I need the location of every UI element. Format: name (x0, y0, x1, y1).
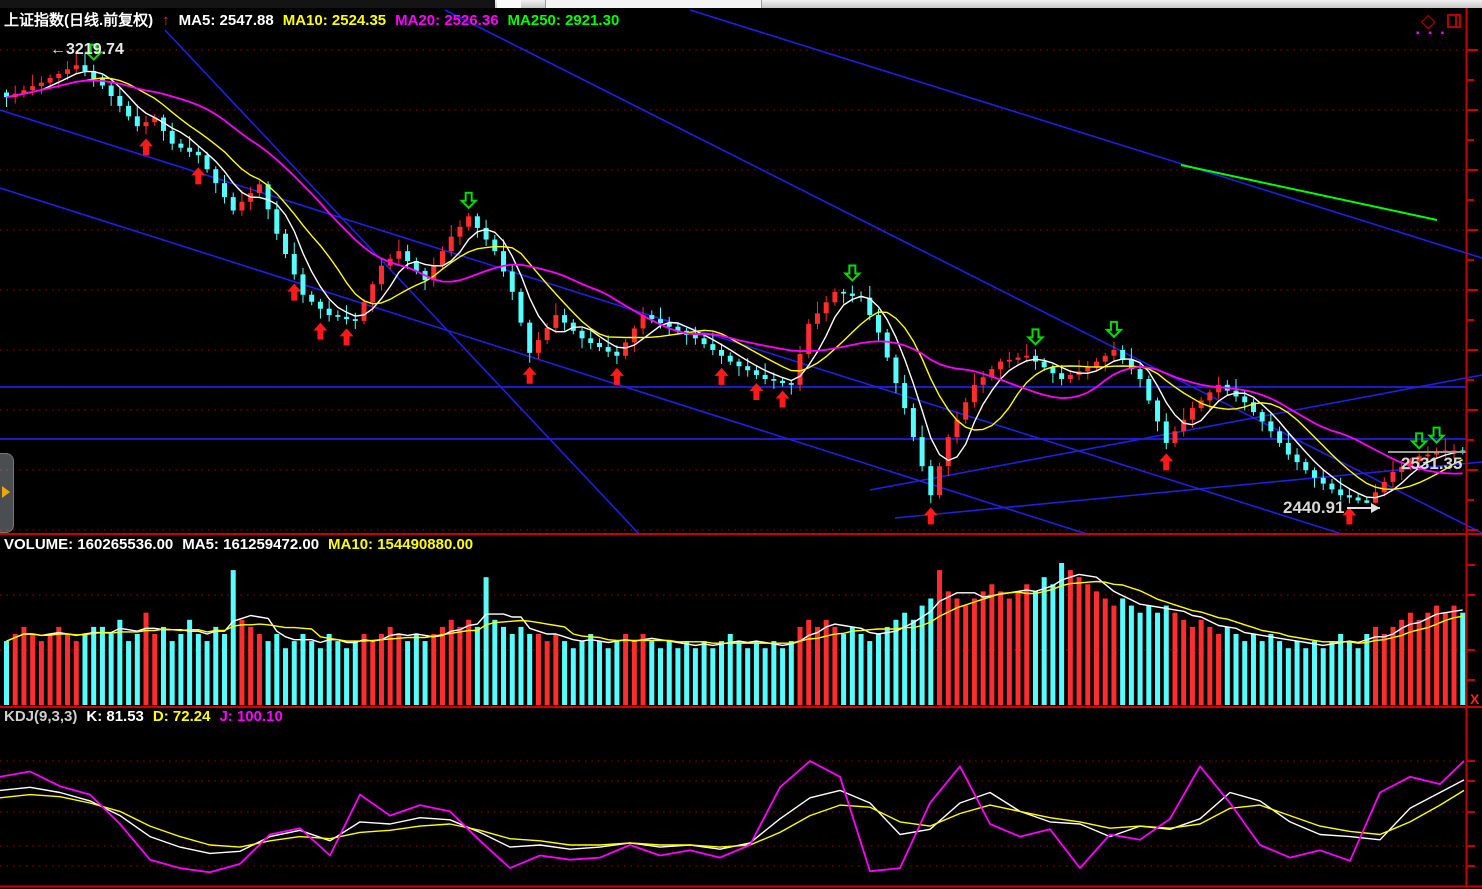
kdj-layer (0, 761, 1464, 872)
kdj-title: KDJ(9,3,3) (4, 708, 77, 725)
ma20-value: MA20: 2526.36 (395, 12, 498, 29)
frame-layer (0, 8, 1482, 887)
panel-layout-icon-divider (1455, 16, 1457, 26)
up-trend-icon: ↑ (162, 12, 170, 29)
drawing-dots-icon[interactable]: ▪ ▪ ▪ (1416, 28, 1447, 39)
volume-layer (4, 563, 1465, 705)
sidebar-expand-handle[interactable] (0, 453, 14, 533)
kdj-d-value: D: 72.24 (153, 708, 211, 725)
ma250-value: MA250: 2921.30 (508, 12, 620, 29)
close-indicator-button[interactable]: X (1470, 691, 1479, 707)
main-chart-header: 上证指数(日线.前复权) ↑ MA5: 2547.88 MA10: 2524.35 MA… (4, 9, 628, 30)
stock-chart-window: 上证指数(日线.前复权) ↑ MA5: 2547.88 MA10: 2524.35 MA… (0, 0, 1482, 889)
peak-price-label: ←3219.74 (50, 41, 124, 59)
signals-layer (87, 45, 1444, 525)
panel-layout-icon[interactable] (1447, 14, 1461, 28)
kdj-header: KDJ(9,3,3) K: 81.53 D: 72.24 J: 100.10 (4, 708, 292, 725)
last-price-label: 2531.35 (1401, 454, 1462, 474)
kdj-k-value: K: 81.53 (86, 708, 144, 725)
symbol-title: 上证指数(日线.前复权) (4, 12, 153, 29)
trendlines-layer (0, 10, 1482, 535)
expand-arrow-icon (2, 486, 10, 498)
volume-header: VOLUME: 160265536.00 MA5: 161259472.00 MA1… (4, 536, 482, 553)
chart-canvas[interactable] (0, 0, 1482, 889)
kdj-j-value: J: 100.10 (219, 708, 282, 725)
ma10-value: MA10: 2524.35 (283, 12, 386, 29)
volume-value: VOLUME: 160265536.00 (4, 536, 173, 553)
volume-ma10-value: MA10: 154490880.00 (328, 536, 473, 553)
price-ma-layer (7, 72, 1463, 498)
ma5-value: MA5: 2547.88 (179, 12, 274, 29)
volume-ma5-value: MA5: 161259472.00 (182, 536, 319, 553)
trough-price-label: 2440.91 (1283, 498, 1344, 518)
gridlines-layer (0, 50, 1466, 866)
